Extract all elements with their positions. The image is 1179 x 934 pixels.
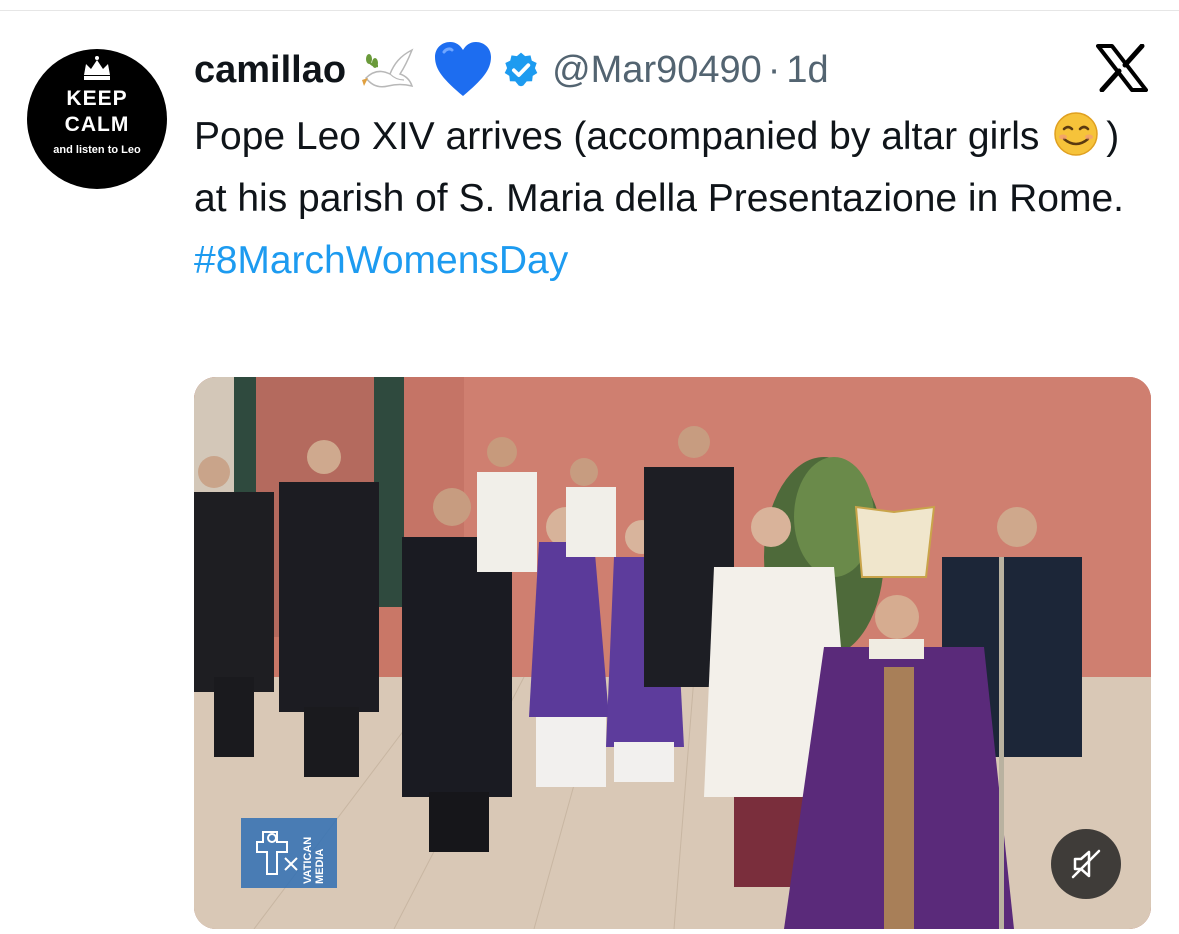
separator-dot: · [767, 48, 781, 91]
mute-button[interactable] [1051, 829, 1121, 899]
crown-icon [84, 56, 110, 80]
timestamp[interactable]: 1d [786, 49, 828, 92]
tweet-text-part1: Pope Leo XIV arrives (accompanied by alt… [194, 115, 1051, 158]
dove-icon [360, 40, 418, 100]
tweet-card[interactable]: KEEP CALM and listen to Leo camillao @Ma… [0, 0, 1179, 934]
tweet-text: Pope Leo XIV arrives (accompanied by alt… [194, 106, 1154, 292]
speaker-muted-icon [1071, 849, 1101, 879]
avatar-text-tagline: and listen to Leo [53, 144, 141, 156]
x-logo-icon[interactable] [1096, 44, 1148, 92]
watermark-text-media: MEDIA [314, 849, 326, 885]
tweet-header: camillao @Mar90490 · 1d [194, 38, 829, 102]
blue-heart-icon [432, 40, 494, 100]
vatican-media-watermark: VATICAN MEDIA [241, 818, 337, 888]
avatar-text-calm: CALM [64, 113, 130, 136]
hashtag-link[interactable]: #8MarchWomensDay [194, 230, 1154, 292]
media-video[interactable]: VATICAN MEDIA [194, 377, 1151, 929]
watermark-text-vatican: VATICAN [302, 837, 314, 884]
handle[interactable]: @Mar90490 [552, 49, 762, 92]
video-frame [194, 377, 1151, 929]
smiling-face-icon [1054, 112, 1098, 156]
verified-badge-icon [504, 52, 538, 87]
avatar[interactable]: KEEP CALM and listen to Leo [27, 49, 167, 189]
avatar-text-keep: KEEP [66, 87, 128, 110]
display-name[interactable]: camillao [194, 49, 346, 92]
